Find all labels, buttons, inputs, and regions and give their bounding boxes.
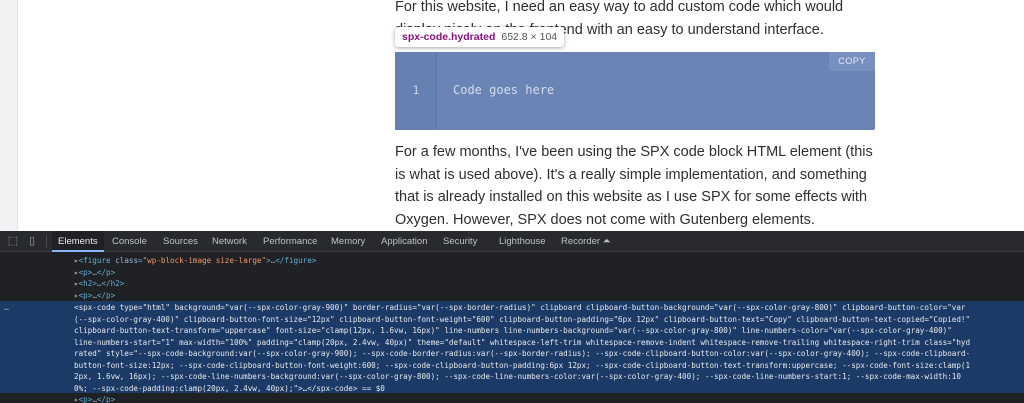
spx-code-node-line[interactable]: clipboard-button-text-transform="upperca… <box>74 325 1022 337</box>
spx-code-node-line[interactable]: rated" style="--spx-code-background:var(… <box>74 348 1022 360</box>
dom-row-figure[interactable]: ▸<figure class="wp-block-image size-larg… <box>0 255 1024 267</box>
dom-row-p[interactable]: ▸<p>…</p> <box>0 394 1024 403</box>
device-toolbar-icon[interactable]: ▯ <box>25 235 39 247</box>
dom-row-p[interactable]: ▸<p>…</p> <box>0 267 1024 279</box>
spx-code-node-line[interactable]: 0%; --spx-code-padding:clamp(20px, 2.4vw… <box>74 383 1022 395</box>
paragraph-spx: For a few months, I've been using the SP… <box>395 144 873 228</box>
selection-marker: … <box>4 303 9 312</box>
tab-elements[interactable]: Elements <box>52 231 104 252</box>
line-numbers-gutter: 1 <box>395 52 437 130</box>
inspect-element-icon[interactable]: ⬚ <box>6 235 20 247</box>
element-inspect-tooltip: spx-code.hydrated 652.8 × 104 <box>395 27 565 47</box>
dom-row-p[interactable]: ▸<p>…</p> <box>0 290 1024 302</box>
copy-button[interactable]: COPY <box>829 52 875 71</box>
tab-security[interactable]: Security <box>443 231 477 252</box>
spx-code-node-line[interactable]: (--spx-color-gray-400)" clipboard-button… <box>74 314 1022 326</box>
spx-code-node-line[interactable]: <spx-code type="html" background="var(--… <box>74 302 1022 314</box>
page-left-strip <box>0 0 18 231</box>
dom-row-h2[interactable]: ▸<h2>…</h2> <box>0 278 1024 290</box>
spx-code-node-line[interactable]: line-numbers-start="1" max-width="100%" … <box>74 337 1022 349</box>
tab-console[interactable]: Console <box>112 231 147 252</box>
tab-sources[interactable]: Sources <box>163 231 198 252</box>
code-placeholder: Code goes here <box>453 83 555 97</box>
spx-code-node-line[interactable]: 2px, 1.6vw, 16px); --spx-code-line-numbe… <box>74 371 1022 383</box>
elements-dom-tree: ▸<figure class="wp-block-image size-larg… <box>0 253 1024 403</box>
spx-code-block[interactable]: 1 Code goes here COPY <box>395 52 875 130</box>
tab-network[interactable]: Network <box>212 231 247 252</box>
tab-memory[interactable]: Memory <box>331 231 365 252</box>
devtools-tab-bar: ⬚ ▯ Elements Console Sources Network Per… <box>0 231 1024 252</box>
tab-recorder[interactable]: Recorder ⏶ <box>561 231 610 252</box>
spx-code-node-line[interactable]: button-font-size:12px; --spx-code-clipbo… <box>74 360 1022 372</box>
line-number: 1 <box>412 83 420 97</box>
tab-application[interactable]: Application <box>381 231 427 252</box>
tab-divider <box>46 235 47 248</box>
tab-performance[interactable]: Performance <box>263 231 317 252</box>
webpage-content: For this website, I need an easy way to … <box>0 0 1024 231</box>
tooltip-size: 652.8 × 104 <box>501 31 558 43</box>
tab-lighthouse[interactable]: Lighthouse <box>499 231 545 252</box>
devtools-panel: ⬚ ▯ Elements Console Sources Network Per… <box>0 231 1024 403</box>
tooltip-tag-name: spx-code.hydrated <box>402 31 496 43</box>
